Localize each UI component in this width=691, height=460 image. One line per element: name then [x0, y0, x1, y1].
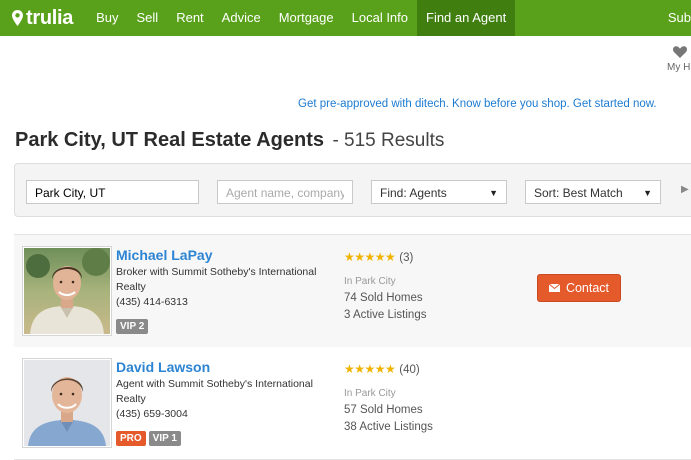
location-input[interactable] — [35, 186, 190, 200]
envelope-icon — [548, 284, 560, 292]
review-count: (40) — [399, 364, 420, 376]
agent-phone[interactable]: (435) 414-6313 — [116, 296, 188, 308]
nav-sell[interactable]: Sell — [128, 0, 168, 36]
dropdown-arrow-icon: ▼ — [643, 188, 652, 198]
sold-homes-link[interactable]: 74 Sold Homes — [344, 292, 423, 304]
contact-button[interactable]: Contact — [537, 274, 621, 302]
vip-badge: VIP 2 — [116, 319, 149, 334]
agent-phone[interactable]: (435) 659-3004 — [116, 408, 188, 420]
heart-icon — [673, 46, 687, 58]
promo-link[interactable]: Get pre-approved with ditech. Know befor… — [298, 98, 657, 110]
agent-name-link[interactable]: Michael LaPay — [116, 247, 213, 263]
sold-homes-link[interactable]: 57 Sold Homes — [344, 404, 423, 416]
location-field[interactable] — [26, 180, 199, 204]
trulia-logo[interactable]: trulia — [12, 7, 73, 30]
logo-text: trulia — [26, 6, 74, 29]
vip-badge: VIP 1 — [148, 431, 181, 446]
nav-buy[interactable]: Buy — [87, 0, 127, 36]
agent-badges: PRO VIP 1 — [116, 431, 181, 446]
filter-bar: Find: Agents ▼ Sort: Best Match ▼ ▶ — [14, 163, 691, 217]
map-pin-icon — [12, 10, 23, 26]
agent-card: Michael LaPay Broker with Summit Sotheby… — [14, 235, 691, 348]
nav-mortgage[interactable]: Mortgage — [270, 0, 343, 36]
sort-select-label: Sort: Best Match — [534, 186, 623, 200]
agent-title: Agent with Summit Sotheby's Internationa… — [116, 378, 313, 405]
active-listings-link[interactable]: 3 Active Listings — [344, 309, 426, 321]
nav-local-info[interactable]: Local Info — [343, 0, 417, 36]
agent-badges: VIP 2 — [116, 319, 149, 334]
results-count: - 515 Results — [332, 130, 445, 151]
agent-photo[interactable] — [22, 358, 112, 448]
dropdown-arrow-icon: ▼ — [489, 188, 498, 198]
star-icons: ★★★★★ — [344, 250, 396, 264]
rating-stars[interactable]: ★★★★★ (40) — [344, 362, 420, 376]
agent-location: In Park City — [344, 276, 396, 287]
agent-name-field[interactable] — [217, 180, 353, 204]
agent-photo[interactable] — [22, 246, 112, 336]
find-select-label: Find: Agents — [380, 186, 447, 200]
agent-name-input[interactable] — [226, 186, 344, 200]
nav-overflow-item[interactable]: Sub — [662, 0, 691, 36]
active-listings-link[interactable]: 38 Active Listings — [344, 421, 433, 433]
review-count: (3) — [399, 252, 414, 264]
agent-photo-image — [24, 360, 110, 446]
nav-advice[interactable]: Advice — [213, 0, 270, 36]
pro-badge: PRO — [116, 431, 146, 446]
rating-stars[interactable]: ★★★★★ (3) — [344, 250, 413, 264]
page-title: Park City, UT Real Estate Agents — [15, 129, 324, 151]
star-icons: ★★★★★ — [344, 362, 396, 376]
find-select[interactable]: Find: Agents ▼ — [371, 180, 507, 204]
agent-card: David Lawson Agent with Summit Sotheby's… — [14, 347, 691, 460]
page-heading: Park City, UT Real Estate Agents - 515 R… — [15, 129, 444, 152]
agent-name-link[interactable]: David Lawson — [116, 359, 210, 375]
my-homes-label: My H — [667, 62, 691, 73]
play-arrow-icon[interactable]: ▶ — [681, 184, 689, 195]
top-nav: trulia Buy Sell Rent Advice Mortgage Loc… — [0, 0, 691, 36]
contact-button-label: Contact — [565, 281, 610, 295]
agent-title: Broker with Summit Sotheby's Internation… — [116, 266, 317, 293]
nav-rent[interactable]: Rent — [167, 0, 212, 36]
agent-photo-image — [24, 248, 110, 334]
sort-select[interactable]: Sort: Best Match ▼ — [525, 180, 661, 204]
nav-find-an-agent[interactable]: Find an Agent — [417, 0, 516, 36]
my-homes-link[interactable]: My H — [667, 46, 691, 73]
agent-location: In Park City — [344, 388, 396, 399]
